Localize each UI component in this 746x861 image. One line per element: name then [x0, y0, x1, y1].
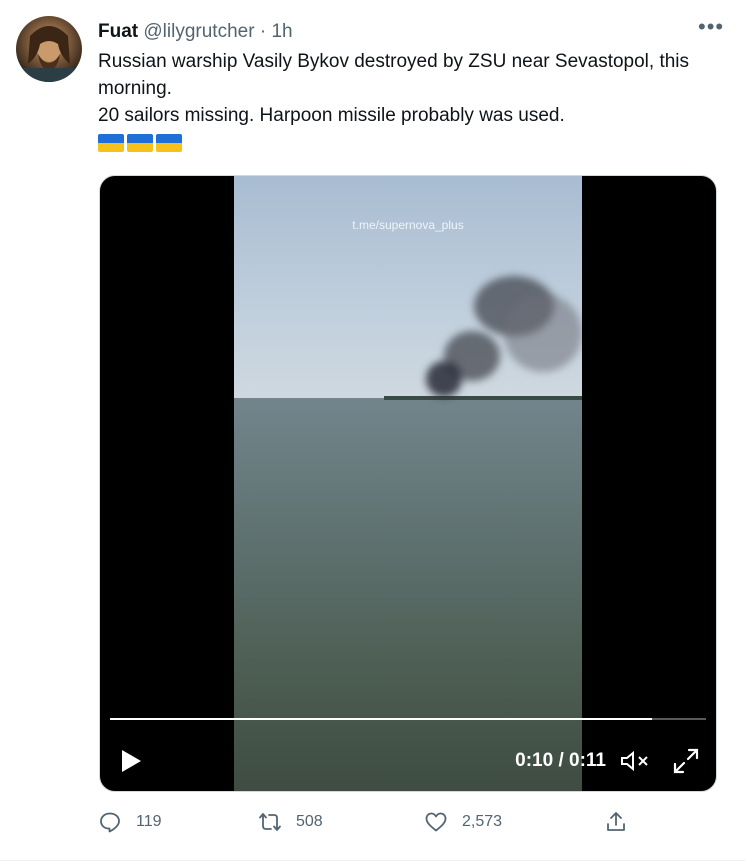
heart-icon: [425, 812, 447, 832]
like-button[interactable]: 2,573: [424, 810, 502, 834]
smoke-plume: [426, 361, 462, 397]
video-player[interactable]: t.me/supernova_plus 0:10 / 0:11: [99, 175, 717, 792]
tweet-text-line: 20 sailors missing. Harpoon missile prob…: [98, 105, 565, 126]
more-options-icon[interactable]: •••: [698, 16, 723, 40]
reply-button[interactable]: 119: [98, 810, 162, 834]
play-icon[interactable]: [120, 749, 142, 773]
reply-icon: [100, 812, 120, 833]
share-button[interactable]: [604, 810, 628, 834]
author-handle[interactable]: @lilygrutcher: [143, 21, 254, 42]
tweet-header: Fuat @lilygrutcher · 1h: [98, 20, 293, 44]
ukraine-flag-icon: [98, 134, 124, 152]
video-timecode: 0:10 / 0:11: [515, 750, 606, 771]
avatar[interactable]: [16, 16, 82, 82]
retweet-icon: [259, 813, 281, 831]
tweet-text-line: Russian warship Vasily Bykov destroyed b…: [98, 51, 690, 99]
fullscreen-icon[interactable]: [672, 747, 700, 775]
smoke-plume: [504, 294, 582, 372]
retweet-button[interactable]: 508: [258, 810, 323, 834]
muted-volume-icon[interactable]: [620, 749, 650, 773]
flag-emojis: [98, 134, 182, 152]
share-icon: [607, 812, 625, 831]
video-watermark: t.me/supernova_plus: [352, 218, 464, 232]
author-name[interactable]: Fuat: [98, 21, 138, 42]
video-sea: [234, 398, 582, 791]
ukraine-flag-icon: [156, 134, 182, 152]
retweet-count: 508: [296, 813, 323, 830]
video-progress-fill: [110, 718, 653, 720]
timestamp[interactable]: 1h: [271, 21, 292, 42]
tweet-actions: 119 508 2,573: [98, 810, 638, 840]
tweet-text: Russian warship Vasily Bykov destroyed b…: [98, 48, 718, 129]
ukraine-flag-icon: [127, 134, 153, 152]
video-frame: t.me/supernova_plus: [234, 176, 582, 791]
reply-count: 119: [136, 813, 162, 830]
video-shoreline: [384, 396, 582, 400]
separator: ·: [259, 21, 267, 42]
video-progress-bar[interactable]: [110, 718, 706, 720]
tweet: Fuat @lilygrutcher · 1h ••• Russian wars…: [0, 0, 746, 861]
like-count: 2,573: [462, 813, 503, 830]
